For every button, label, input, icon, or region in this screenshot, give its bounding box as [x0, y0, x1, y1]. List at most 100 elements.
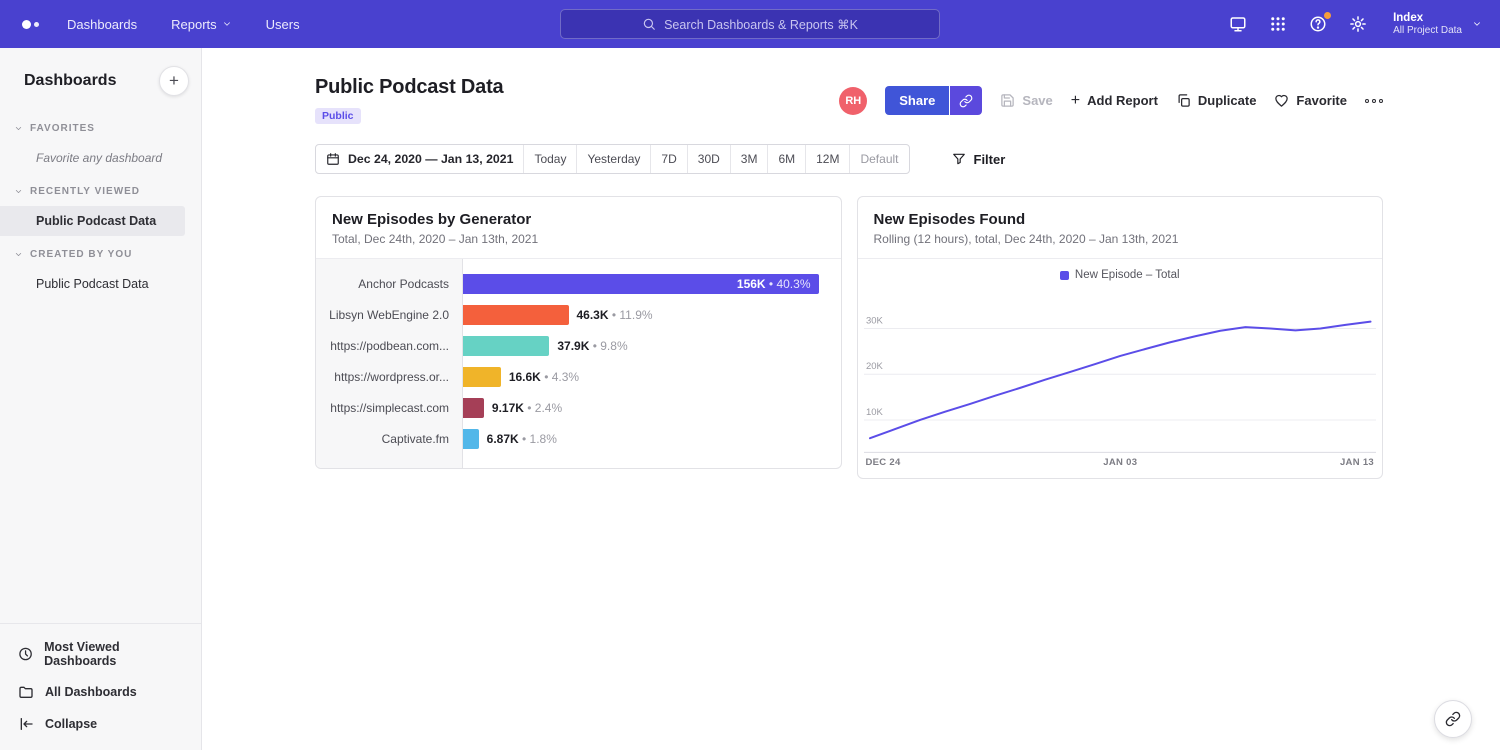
bar-row[interactable]: https://podbean.com...37.9K • 9.8%	[316, 330, 841, 361]
funnel-icon	[952, 152, 966, 166]
y-tick-label: 10K	[865, 407, 883, 418]
bar[interactable]	[463, 336, 549, 356]
preset-yesterday[interactable]: Yesterday	[576, 145, 650, 173]
section-created-by-you-label: CREATED BY YOU	[30, 249, 132, 260]
line-chart-svg[interactable]: 10K20K30K	[864, 291, 1377, 453]
preset-today[interactable]: Today	[523, 145, 576, 173]
save-icon	[1000, 93, 1015, 108]
date-range-picker[interactable]: Dec 24, 2020 — Jan 13, 2021	[316, 145, 523, 173]
help-icon[interactable]	[1309, 15, 1327, 33]
duplicate-label: Duplicate	[1198, 93, 1257, 108]
save-label: Save	[1022, 93, 1052, 108]
visibility-badge: Public	[315, 108, 361, 124]
bar-row[interactable]: Anchor Podcasts156K • 40.3%	[316, 268, 841, 299]
copy-link-button[interactable]	[950, 86, 982, 115]
section-favorites[interactable]: FAVORITES	[0, 110, 201, 143]
bar[interactable]	[463, 429, 479, 449]
more-options-button[interactable]	[1365, 95, 1383, 107]
x-tick-end: JAN 13	[1340, 457, 1374, 468]
share-split-button: Share	[885, 86, 982, 115]
sidebar-item-public-podcast-data-2[interactable]: Public Podcast Data	[0, 269, 201, 299]
apps-grid-icon[interactable]	[1269, 15, 1287, 33]
monitor-icon-glyph	[1229, 15, 1247, 33]
app-logo[interactable]	[22, 20, 39, 29]
x-tick-start: DEC 24	[866, 457, 901, 468]
preset-6m[interactable]: 6M	[767, 145, 805, 173]
collapse-label: Collapse	[45, 717, 97, 731]
most-viewed-label: Most Viewed Dashboards	[44, 640, 187, 668]
most-viewed-dashboards-button[interactable]: Most Viewed Dashboards	[0, 632, 201, 676]
plus-icon: +	[1071, 93, 1080, 109]
series-line[interactable]	[869, 322, 1370, 439]
monitor-icon[interactable]	[1229, 15, 1247, 33]
date-range-control: Dec 24, 2020 — Jan 13, 2021 Today Yester…	[315, 144, 910, 174]
section-created-by-you[interactable]: CREATED BY YOU	[0, 236, 201, 269]
bar-category-label: https://wordpress.or...	[316, 370, 463, 384]
add-dashboard-button[interactable]: +	[159, 66, 189, 96]
preset-3m[interactable]: 3M	[730, 145, 768, 173]
preset-default[interactable]: Default	[849, 145, 908, 173]
bar-value-label: 46.3K • 11.9%	[577, 308, 653, 322]
nav-reports-label: Reports	[171, 17, 217, 32]
bar[interactable]: 156K • 40.3%	[463, 274, 819, 294]
logo-dot-large	[22, 20, 31, 29]
sidebar: Dashboards + FAVORITES Favorite any dash…	[0, 48, 202, 750]
nav-users[interactable]: Users	[266, 17, 300, 32]
preset-30d[interactable]: 30D	[687, 145, 730, 173]
legend-swatch	[1060, 271, 1069, 280]
bar[interactable]	[463, 305, 569, 325]
collapse-sidebar-button[interactable]: Collapse	[0, 708, 201, 740]
bar-category-label: Captivate.fm	[316, 432, 463, 446]
line-chart-subtitle: Rolling (12 hours), total, Dec 24th, 202…	[874, 232, 1367, 246]
chevron-down-icon	[14, 124, 23, 133]
search-input[interactable]: Search Dashboards & Reports ⌘K	[560, 9, 940, 39]
x-axis-labels: DEC 24 JAN 03 JAN 13	[864, 453, 1377, 478]
x-tick-mid: JAN 03	[1103, 457, 1137, 468]
favorite-label: Favorite	[1296, 93, 1347, 108]
preset-7d[interactable]: 7D	[650, 145, 686, 173]
bar-row[interactable]: Libsyn WebEngine 2.046.3K • 11.9%	[316, 299, 841, 330]
avatar[interactable]: RH	[839, 87, 867, 115]
bar-value-label: 16.6K • 4.3%	[509, 370, 579, 384]
nav-reports[interactable]: Reports	[171, 17, 232, 32]
add-report-button[interactable]: + Add Report	[1071, 93, 1158, 109]
calendar-icon	[326, 152, 340, 166]
nav-dashboards[interactable]: Dashboards	[67, 17, 137, 32]
bar-category-label: Anchor Podcasts	[316, 277, 463, 291]
settings-gear-icon[interactable]	[1349, 15, 1367, 33]
share-button[interactable]: Share	[885, 86, 949, 115]
apps-grid-icon-glyph	[1269, 15, 1287, 33]
line-chart-title: New Episodes Found	[874, 211, 1367, 228]
gear-icon-glyph	[1349, 15, 1367, 33]
floating-link-button[interactable]	[1434, 700, 1472, 738]
bar[interactable]	[463, 398, 484, 418]
heart-icon	[1274, 93, 1289, 108]
chevron-down-icon	[14, 250, 23, 259]
bar-chart: Anchor Podcasts156K • 40.3%Libsyn WebEng…	[316, 259, 841, 468]
bar-value-label: 9.17K • 2.4%	[492, 401, 562, 415]
section-recently-viewed-label: RECENTLY VIEWED	[30, 186, 140, 197]
save-button: Save	[1000, 93, 1052, 108]
chevron-down-icon	[222, 19, 232, 29]
line-chart: New Episode – Total 10K20K30K DEC 24 JAN…	[858, 259, 1383, 478]
bar-row[interactable]: Captivate.fm6.87K • 1.8%	[316, 423, 841, 454]
sidebar-item-public-podcast-data[interactable]: Public Podcast Data	[0, 206, 185, 236]
copy-icon	[1176, 93, 1191, 108]
notification-badge	[1324, 12, 1331, 19]
top-navigation-bar: Dashboards Reports Users Search Dashboar…	[0, 0, 1500, 48]
search-icon	[642, 17, 656, 31]
bar-row[interactable]: https://wordpress.or... 16.6K • 4.3%	[316, 361, 841, 392]
project-selector[interactable]: Index All Project Data	[1393, 12, 1482, 36]
bar-row[interactable]: https://simplecast.com9.17K • 2.4%	[316, 392, 841, 423]
folder-icon	[18, 684, 34, 700]
all-dashboards-button[interactable]: All Dashboards	[0, 676, 201, 708]
duplicate-button[interactable]: Duplicate	[1176, 93, 1257, 108]
bar-track: 46.3K • 11.9%	[463, 305, 841, 325]
preset-12m[interactable]: 12M	[805, 145, 849, 173]
bar[interactable]	[463, 367, 501, 387]
favorite-button[interactable]: Favorite	[1274, 93, 1347, 108]
section-recently-viewed[interactable]: RECENTLY VIEWED	[0, 173, 201, 206]
legend-label: New Episode – Total	[1075, 269, 1180, 281]
bar-track: 9.17K • 2.4%	[463, 398, 841, 418]
filter-button[interactable]: Filter	[952, 152, 1006, 167]
